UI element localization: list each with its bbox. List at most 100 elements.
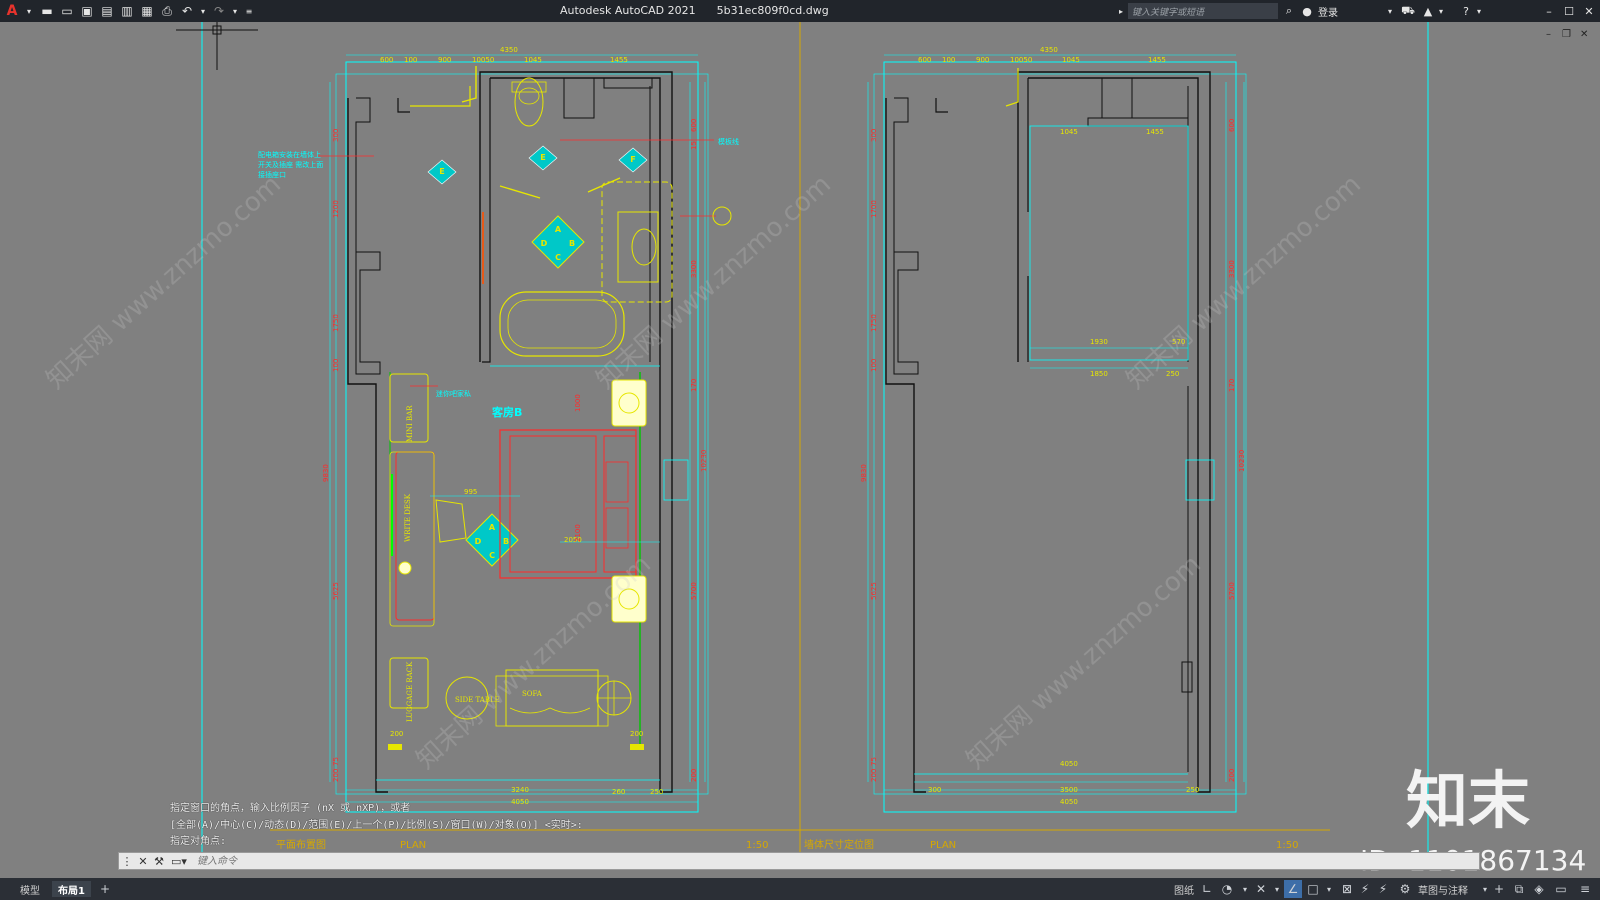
- svg-text:1455: 1455: [610, 56, 628, 64]
- customize-status-icon[interactable]: ≡: [1576, 880, 1594, 898]
- svg-text:4050: 4050: [1060, 798, 1078, 806]
- svg-text:1:50: 1:50: [1276, 840, 1298, 851]
- selection-dropdown-icon[interactable]: ▾: [1320, 880, 1338, 898]
- svg-text:600: 600: [380, 56, 393, 64]
- autocad-logo-icon[interactable]: A: [2, 0, 22, 22]
- svg-text:PLAN: PLAN: [930, 840, 956, 851]
- annotation-visibility-icon[interactable]: ⚡: [1356, 880, 1374, 898]
- command-history-line: 指定对角点:: [170, 836, 227, 847]
- customize-toolbar-icon[interactable]: ≡: [240, 0, 258, 22]
- add-layout-icon[interactable]: +: [96, 880, 114, 898]
- save-as-icon[interactable]: ▤: [98, 0, 116, 22]
- svg-text:75: 75: [870, 757, 878, 766]
- svg-text:600: 600: [918, 56, 931, 64]
- svg-text:1750: 1750: [870, 314, 878, 332]
- lineweight-icon[interactable]: ∠: [1284, 880, 1302, 898]
- help-dropdown-icon[interactable]: ▾: [1474, 0, 1484, 22]
- svg-text:9830: 9830: [860, 464, 868, 482]
- clean-screen-icon[interactable]: ▭: [1552, 880, 1570, 898]
- search-input[interactable]: 键入关键字或短语: [1128, 3, 1278, 19]
- workspace-switch[interactable]: 草图与注释: [1412, 881, 1474, 897]
- app-dropdown-icon[interactable]: ▾: [1436, 0, 1446, 22]
- maximize-icon[interactable]: ☐: [1560, 0, 1578, 22]
- svg-text:D: D: [541, 239, 548, 248]
- svg-text:F: F: [630, 155, 635, 164]
- svg-text:5625: 5625: [870, 582, 878, 600]
- viewport-restore-icon: ❐: [1562, 29, 1571, 40]
- viewport-minimize-icon: –: [1546, 29, 1551, 40]
- svg-text:1455: 1455: [1146, 128, 1164, 136]
- svg-text:170: 170: [1228, 379, 1236, 392]
- svg-text:75: 75: [332, 757, 340, 766]
- paper-space-toggle[interactable]: 图纸: [1168, 881, 1200, 897]
- svg-text:1000: 1000: [574, 394, 582, 412]
- svg-text:1045: 1045: [524, 56, 542, 64]
- svg-text:100: 100: [332, 359, 340, 372]
- file-name: 5b31ec809f0cd.dwg: [716, 4, 829, 17]
- save-web-icon[interactable]: ▦: [138, 0, 156, 22]
- svg-text:3240: 3240: [511, 786, 529, 794]
- save-icon[interactable]: ▣: [78, 0, 96, 22]
- furniture-minibar: MINI BAR: [406, 405, 414, 442]
- search-icon[interactable]: ⌕: [1282, 0, 1296, 22]
- polar-icon[interactable]: ◔: [1218, 880, 1236, 898]
- open-web-icon[interactable]: ▥: [118, 0, 136, 22]
- svg-text:D: D: [475, 537, 482, 546]
- svg-text:4050: 4050: [1060, 760, 1078, 768]
- svg-text:1455: 1455: [1148, 56, 1166, 64]
- svg-text:1200: 1200: [332, 200, 340, 218]
- svg-text:260: 260: [612, 788, 625, 796]
- login-button[interactable]: 登录: [1315, 0, 1341, 22]
- open-folder-icon[interactable]: ▭: [58, 0, 76, 22]
- recent-commands-icon[interactable]: ▭▾: [167, 853, 191, 869]
- drawing-canvas[interactable]: – ❐ ✕ A D B C A D B C E E F 4350 600 100…: [0, 22, 1600, 878]
- tab-model[interactable]: 模型: [14, 881, 46, 897]
- command-customize-icon[interactable]: ⚒: [151, 853, 167, 869]
- search-expand-icon[interactable]: ▸: [1116, 0, 1126, 22]
- svg-text:100: 100: [404, 56, 417, 64]
- svg-text:600: 600: [690, 119, 698, 132]
- ortho-icon[interactable]: ∟: [1198, 880, 1216, 898]
- title-bar: A ▾ ▬ ▭ ▣ ▤ ▥ ▦ ⎙ ↶ ▾ ↷ ▾ ≡ Autodesk Aut…: [0, 0, 1600, 22]
- annotation-monitor-icon[interactable]: +: [1490, 880, 1508, 898]
- command-history-line: [全部(A)/中心(C)/动态(D)/范围(E)/上一个(P)/比例(S)/窗口…: [170, 819, 583, 831]
- cart-icon[interactable]: ⛟: [1400, 0, 1416, 22]
- minimize-icon[interactable]: –: [1540, 0, 1558, 22]
- viewport-close-icon: ✕: [1580, 29, 1588, 40]
- command-line[interactable]: ⋮ ✕ ⚒ ▭▾: [118, 852, 1480, 870]
- layout-label-wall: 墙体尺寸定位图: [804, 838, 874, 851]
- svg-text:100: 100: [870, 359, 878, 372]
- login-dropdown-icon[interactable]: ▾: [1385, 0, 1395, 22]
- svg-text:1045: 1045: [1062, 56, 1080, 64]
- svg-text:170: 170: [690, 379, 698, 392]
- command-close-icon[interactable]: ✕: [135, 853, 151, 869]
- svg-text:200: 200: [690, 769, 698, 782]
- svg-text:1930: 1930: [1090, 338, 1108, 346]
- command-input[interactable]: [197, 853, 1097, 869]
- svg-text:10230: 10230: [1238, 450, 1246, 472]
- svg-text:250: 250: [650, 788, 663, 796]
- units-icon[interactable]: ⧉: [1510, 880, 1528, 898]
- svg-text:100: 100: [942, 56, 955, 64]
- svg-text:600: 600: [1228, 119, 1236, 132]
- command-grip-icon[interactable]: ⋮: [119, 853, 135, 869]
- svg-text:9830: 9830: [322, 464, 330, 482]
- help-icon[interactable]: ?: [1458, 0, 1474, 22]
- command-history-line: 指定窗口的角点，输入比例因子 (nX 或 nXP)，或者: [170, 803, 411, 814]
- left-floor-plan: AD BC AD BC EE F: [318, 54, 732, 813]
- svg-text:15: 15: [690, 141, 698, 150]
- svg-text:1750: 1750: [332, 314, 340, 332]
- new-file-icon[interactable]: ▬: [38, 0, 56, 22]
- isolate-objects-icon[interactable]: ◈: [1530, 880, 1548, 898]
- annotation-scale-icon[interactable]: ⊠: [1338, 880, 1356, 898]
- close-icon[interactable]: ✕: [1580, 0, 1598, 22]
- svg-text:5700: 5700: [690, 582, 698, 600]
- app-menu-chevron-icon[interactable]: ▾: [20, 0, 38, 22]
- autoscale-icon[interactable]: ⚡: [1374, 880, 1392, 898]
- autodesk-app-icon[interactable]: ▲: [1420, 0, 1436, 22]
- plot-icon[interactable]: ⎙: [158, 0, 176, 22]
- svg-text:A: A: [489, 523, 496, 532]
- command-history: 指定窗口的角点，输入比例因子 (nX 或 nXP)，或者 [全部(A)/中心(C…: [170, 801, 800, 851]
- user-icon[interactable]: ●: [1300, 0, 1314, 22]
- tab-layout1[interactable]: 布局1: [52, 881, 91, 897]
